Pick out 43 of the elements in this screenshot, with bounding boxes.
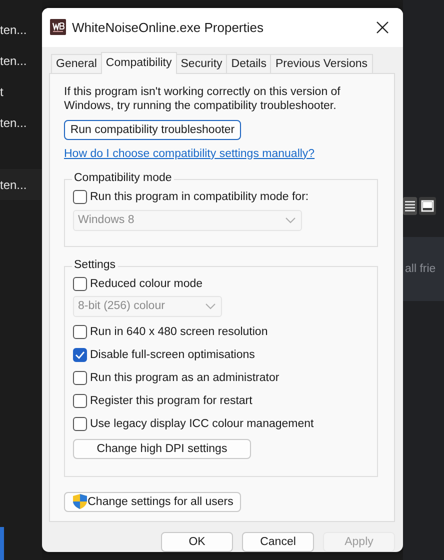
shield-icon [72, 493, 88, 510]
file-name: ten... [0, 116, 27, 130]
all-users-button[interactable]: Change settings for all users [64, 492, 241, 512]
chevron-down-icon [205, 302, 216, 310]
dialog-button[interactable]: OK [161, 532, 233, 552]
checkbox[interactable] [73, 417, 87, 432]
check-icon [74, 349, 86, 362]
checkbox-label: Reduced colour mode [90, 278, 203, 290]
file-name: ten... [0, 22, 27, 36]
dialog-button[interactable]: Cancel [242, 532, 314, 552]
checkbox-label: Run in 640 x 480 screen resolution [90, 326, 268, 338]
checkbox-label: Run this program as an administrator [90, 372, 280, 384]
file-name: ten... [0, 54, 27, 68]
checkbox[interactable] [73, 190, 87, 204]
tab[interactable]: Previous Versions [270, 54, 372, 73]
list-icon [404, 199, 416, 213]
group-title: Settings [72, 258, 118, 271]
checkbox[interactable] [73, 348, 87, 362]
checkbox-label: Use legacy display ICC colour management [90, 418, 314, 430]
close-icon [376, 20, 388, 34]
truncated-text: all frie [405, 263, 436, 275]
intro-text: If this program isn't working correctly on this version of Windows, try running the compatibility troubleshooter. [64, 84, 342, 113]
window-title: WhiteNoiseOnline.exe Properties [72, 20, 264, 35]
file-name: t [0, 84, 4, 98]
checkbox[interactable] [73, 371, 87, 386]
checkbox[interactable] [73, 277, 87, 292]
checkbox-label: Disable full-screen optimisations [90, 349, 255, 362]
checkbox[interactable] [73, 394, 87, 408]
file-name: ten... [0, 178, 27, 192]
checkbox-label: Register this program for restart [90, 395, 252, 408]
details-view-button[interactable] [403, 197, 417, 215]
help-link[interactable]: How do I choose compatibility settings manually? [64, 148, 315, 160]
chevron-down-icon [285, 216, 296, 224]
preview-view-button[interactable] [419, 197, 436, 215]
window-icon [421, 200, 434, 212]
checkbox[interactable] [73, 325, 87, 340]
app-icon [50, 19, 66, 36]
tab[interactable]: General [51, 54, 102, 73]
troubleshooter-button[interactable]: Run compatibility troubleshooter [64, 120, 241, 140]
high-dpi-button[interactable]: Change high DPI settings [73, 438, 251, 459]
group-title: Compatibility mode [72, 172, 174, 184]
tab[interactable]: Compatibility [100, 52, 177, 74]
checkbox-label: Run this program in compatibility mode for: [90, 191, 309, 204]
